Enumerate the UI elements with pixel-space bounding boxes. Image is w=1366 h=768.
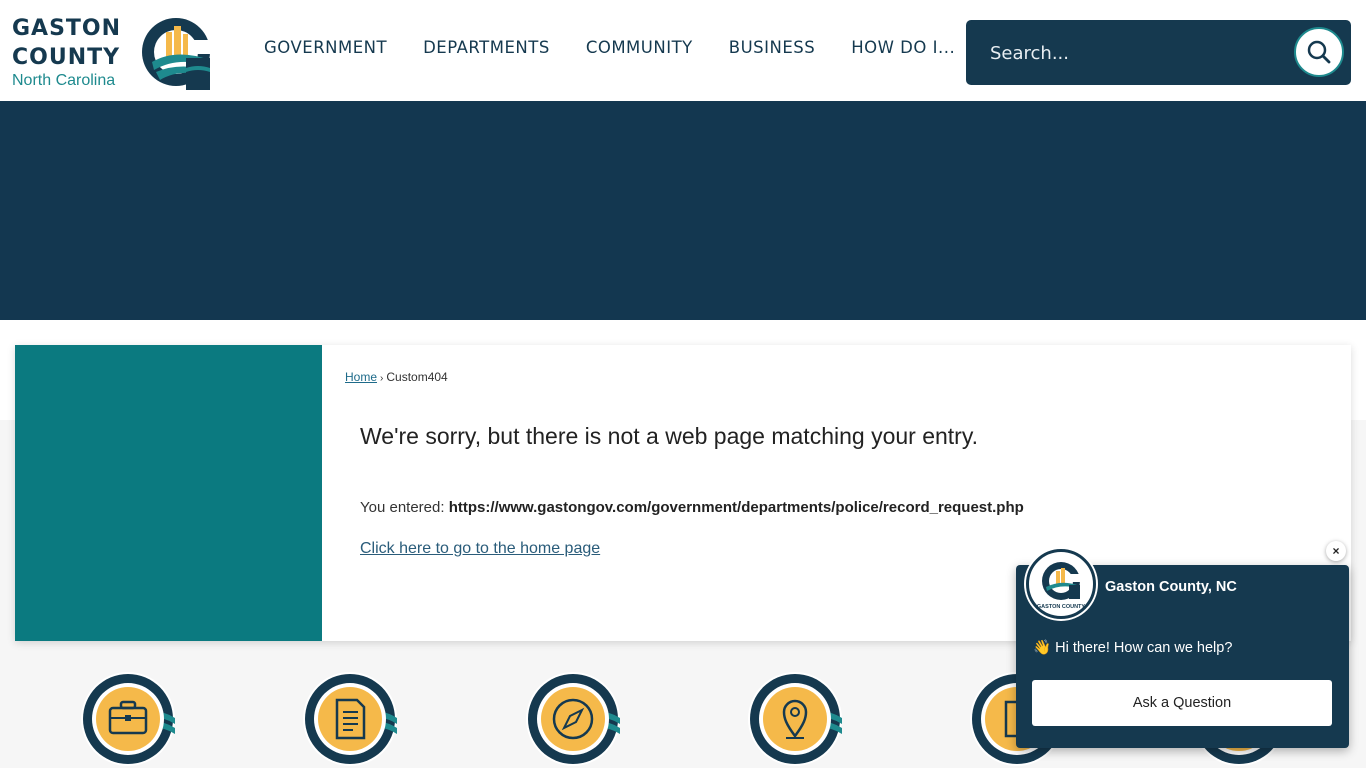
wave-icon: 👋 [1033,640,1052,656]
briefcase-icon [81,672,175,766]
search-input[interactable] [990,36,1290,70]
site-header: GASTON COUNTY North Carolina GOVERNMENT … [0,0,1366,101]
logo-text-county: COUNTY [12,45,121,70]
nav-government[interactable]: GOVERNMENT [246,36,405,62]
home-page-link[interactable]: Click here to go to the home page [360,540,600,558]
search-icon [1307,40,1331,64]
logo-text-gaston: GASTON [12,16,122,41]
page: GASTON COUNTY North Carolina GOVERNMENT … [0,0,1366,768]
nav-how-do-i[interactable]: HOW DO I... [833,36,973,62]
nav-departments[interactable]: DEPARTMENTS [405,36,568,62]
entered-url-line: You entered: https://www.gastongov.com/g… [360,499,1024,516]
ask-question-button[interactable]: Ask a Question [1032,680,1332,726]
main-nav: GOVERNMENT DEPARTMENTS COMMUNITY BUSINES… [246,36,973,62]
breadcrumb-separator: › [380,373,384,384]
nav-business[interactable]: BUSINESS [711,36,833,62]
chat-greeting: 👋 Hi there! How can we help? [1033,639,1232,656]
chat-avatar: GASTON COUNTY [1026,549,1096,619]
chat-close-button[interactable]: × [1326,541,1346,561]
chat-greeting-text: Hi there! How can we help? [1055,640,1233,656]
breadcrumb: Home › Custom404 [345,370,448,384]
gaston-county-avatar-icon: GASTON COUNTY [1037,562,1086,610]
breadcrumb-current: Custom404 [386,370,448,384]
error-heading: We're sorry, but there is not a web page… [360,423,979,449]
breadcrumb-home-link[interactable]: Home [345,370,377,384]
close-icon: × [1332,544,1340,558]
entered-url: https://www.gastongov.com/government/dep… [448,499,1024,516]
map-pin-icon [748,672,842,766]
entered-label: You entered: [360,499,445,516]
quick-link-compass[interactable] [524,670,622,768]
search-box [966,20,1351,85]
logo-mark-icon [142,18,212,90]
avatar-text: GASTON COUNTY [1037,604,1086,610]
chat-org-name: Gaston County, NC [1105,579,1237,595]
quick-link-briefcase[interactable] [79,670,177,768]
side-panel [15,345,322,641]
gaston-county-logo[interactable]: GASTON COUNTY North Carolina [10,12,215,94]
quick-link-location[interactable] [746,670,844,768]
compass-icon [526,672,620,766]
quick-link-document[interactable] [301,670,399,768]
hero-banner [0,101,1366,320]
logo-text-north-carolina: North Carolina [12,72,116,89]
nav-community[interactable]: COMMUNITY [568,36,711,62]
search-button[interactable] [1294,27,1344,77]
document-icon [303,672,397,766]
